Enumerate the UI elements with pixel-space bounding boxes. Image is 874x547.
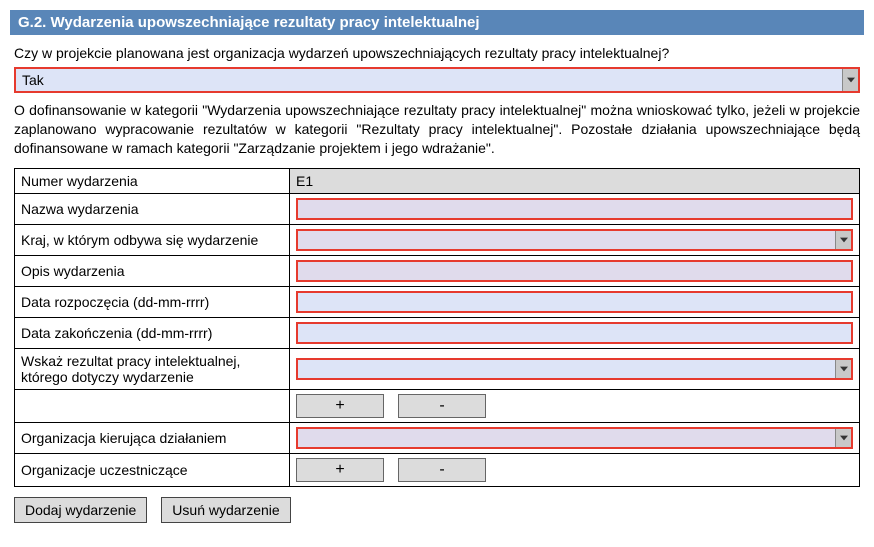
label-end-date: Data zakończenia (dd-mm-rrrr) [15, 317, 290, 348]
section-header: G.2. Wydarzenia upowszechniające rezulta… [10, 10, 864, 35]
row-output: Wskaż rezultat pracy intelektualnej, któ… [15, 348, 860, 389]
chevron-down-icon[interactable] [835, 231, 851, 249]
chevron-down-icon[interactable] [842, 69, 858, 91]
label-participating-orgs: Organizacje uczestniczące [15, 453, 290, 486]
chevron-down-icon[interactable] [835, 429, 851, 447]
add-output-button[interactable]: + [296, 394, 384, 418]
row-start-date: Data rozpoczęcia (dd-mm-rrrr) [15, 286, 860, 317]
chevron-down-icon[interactable] [835, 360, 851, 378]
row-output-buttons: + - [15, 389, 860, 422]
row-end-date: Data zakończenia (dd-mm-rrrr) [15, 317, 860, 348]
input-start-date[interactable] [296, 291, 853, 313]
add-event-button[interactable]: Dodaj wydarzenie [14, 497, 147, 523]
add-org-button[interactable]: + [296, 458, 384, 482]
row-participating-orgs: Organizacje uczestniczące + - [15, 453, 860, 486]
label-description: Opis wydarzenia [15, 255, 290, 286]
remove-output-button[interactable]: - [398, 394, 486, 418]
row-description: Opis wydarzenia [15, 255, 860, 286]
row-leading-org: Organizacja kierująca działaniem [15, 422, 860, 453]
label-event-number: Numer wydarzenia [15, 168, 290, 193]
input-event-name[interactable] [296, 198, 853, 220]
event-form-table: Numer wydarzenia E1 Nazwa wydarzenia Kra… [14, 168, 860, 487]
input-end-date[interactable] [296, 322, 853, 344]
label-start-date: Data rozpoczęcia (dd-mm-rrrr) [15, 286, 290, 317]
label-event-name: Nazwa wydarzenia [15, 193, 290, 224]
question-text: Czy w projekcie planowana jest organizac… [10, 35, 864, 67]
answer-value: Tak [16, 69, 842, 91]
input-description[interactable] [296, 260, 853, 282]
footer-buttons: Dodaj wydarzenie Usuń wydarzenie [14, 497, 860, 523]
label-output: Wskaż rezultat pracy intelektualnej, któ… [15, 348, 290, 389]
remove-event-button[interactable]: Usuń wydarzenie [161, 497, 290, 523]
label-leading-org: Organizacja kierująca działaniem [15, 422, 290, 453]
value-event-number: E1 [290, 168, 860, 193]
row-event-name: Nazwa wydarzenia [15, 193, 860, 224]
select-output[interactable] [296, 358, 853, 380]
answer-select[interactable]: Tak [14, 67, 860, 93]
select-leading-org[interactable] [296, 427, 853, 449]
remove-org-button[interactable]: - [398, 458, 486, 482]
label-country: Kraj, w którym odbywa się wydarzenie [15, 224, 290, 255]
select-country[interactable] [296, 229, 853, 251]
row-event-number: Numer wydarzenia E1 [15, 168, 860, 193]
info-text: O dofinansowanie w kategorii "Wydarzenia… [10, 99, 864, 168]
row-country: Kraj, w którym odbywa się wydarzenie [15, 224, 860, 255]
